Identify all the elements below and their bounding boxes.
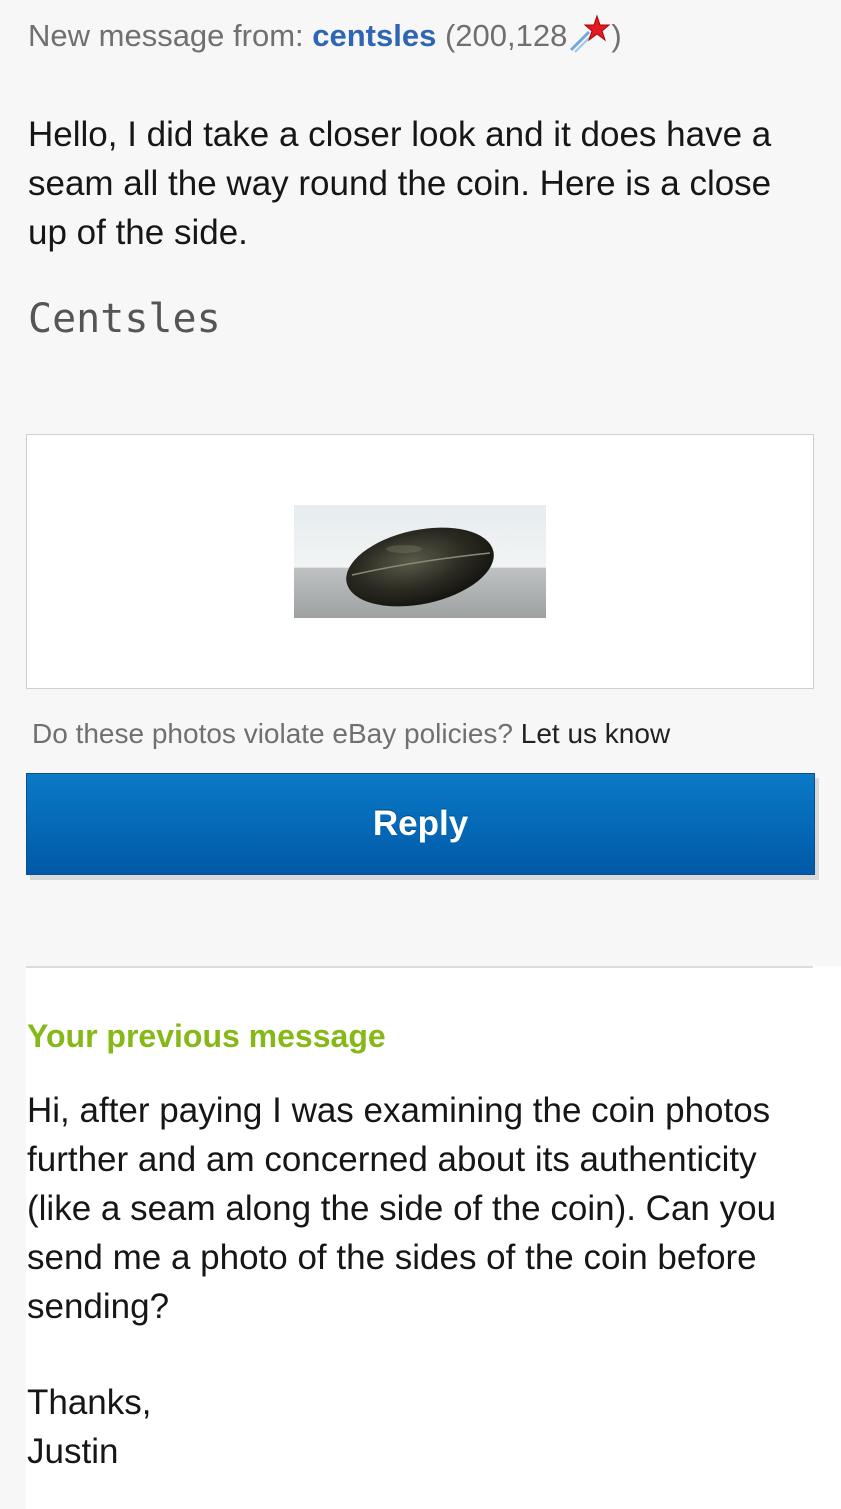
shooting-star-icon (567, 14, 611, 54)
feedback-open-paren: ( (444, 18, 456, 53)
photo-policy-notice: Do these photos violate eBay policies? L… (32, 718, 670, 750)
previous-message-title: Your previous message (27, 1018, 386, 1054)
message-body: Hello, I did take a closer look and it d… (28, 115, 772, 252)
feedback-score[interactable]: 200,128 (455, 18, 567, 53)
left-margin-strip (0, 966, 26, 1509)
sender-username[interactable]: centsles (312, 18, 436, 53)
header-prefix: New message from: (28, 18, 304, 53)
policy-question: Do these photos violate eBay policies? (32, 718, 513, 749)
section-divider (26, 966, 813, 968)
reply-button[interactable]: Reply (26, 773, 815, 875)
photo-container (26, 434, 814, 689)
previous-message-section: Your previous message Hi, after paying I… (0, 966, 841, 1509)
previous-message-closing: Thanks, Justin (27, 1378, 152, 1476)
current-message-section: New message from: centsles (200,128 ) He… (0, 0, 841, 966)
message-signature: Centsles (28, 296, 221, 342)
closing-line: Thanks, (27, 1383, 152, 1422)
previous-message-body: Hi, after paying I was examining the coi… (27, 1091, 777, 1326)
message-header: New message from: centsles (200,128 ) (28, 14, 622, 54)
feedback-close-paren: ) (611, 18, 622, 53)
sender-name: Justin (27, 1432, 119, 1471)
coin-edge-photo[interactable] (294, 505, 546, 618)
let-us-know-link[interactable]: Let us know (521, 718, 670, 749)
